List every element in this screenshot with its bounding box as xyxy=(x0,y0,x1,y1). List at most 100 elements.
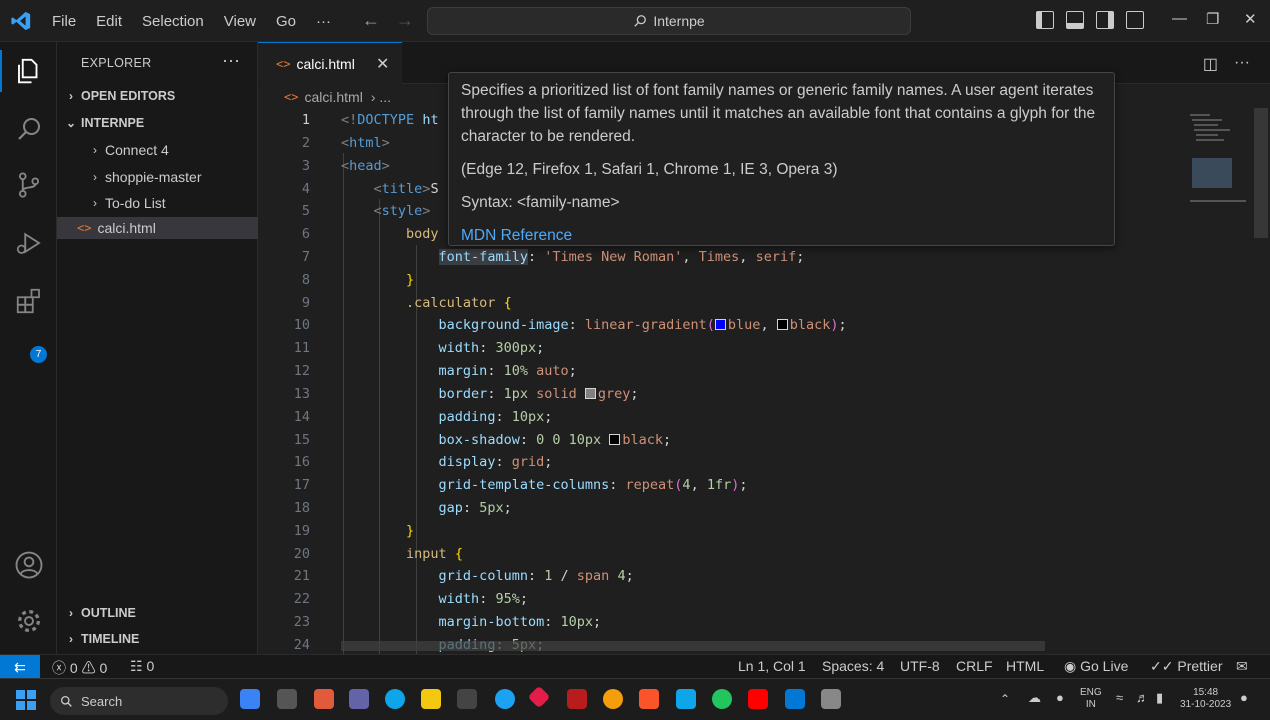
indentation[interactable]: Spaces: 4 xyxy=(822,658,884,674)
netflix-icon[interactable] xyxy=(567,689,587,709)
volume-icon[interactable]: ♬ xyxy=(1136,691,1149,704)
youtube-icon[interactable] xyxy=(748,689,768,709)
file-explorer-icon[interactable] xyxy=(421,689,441,709)
vscode-window: File Edit Selection View Go ··· ← → Inte… xyxy=(0,0,1270,720)
settings-gear-icon[interactable] xyxy=(14,606,44,636)
forward-arrow-icon[interactable]: → xyxy=(396,10,414,31)
menu-selection[interactable]: Selection xyxy=(132,13,214,30)
outline-section[interactable]: › OUTLINE xyxy=(57,602,258,624)
brave-icon[interactable] xyxy=(639,689,659,709)
app-icon[interactable] xyxy=(314,689,334,709)
folder-connect-4[interactable]: › Connect 4 xyxy=(57,139,258,161)
minimap[interactable] xyxy=(1186,108,1254,218)
toggle-primary-sidebar-icon[interactable] xyxy=(1036,11,1054,29)
folder-to-do-list[interactable]: › To-do List xyxy=(57,192,258,214)
toggle-panel-icon[interactable] xyxy=(1066,11,1084,29)
menu-more[interactable]: ··· xyxy=(306,13,341,30)
color-swatch[interactable] xyxy=(776,319,788,330)
go-live-button[interactable]: ◉ Go Live xyxy=(1064,658,1128,675)
onedrive-icon[interactable]: ☁ xyxy=(1028,691,1041,704)
line-number: 7 xyxy=(301,249,310,265)
vscode-taskbar-icon[interactable] xyxy=(785,689,805,709)
close-window-icon[interactable]: ✕ xyxy=(1244,10,1257,28)
breadcrumb-rest[interactable]: › ... xyxy=(371,89,391,105)
layout-controls xyxy=(1036,11,1144,29)
minimap-line xyxy=(1194,124,1218,126)
timeline-section[interactable]: › TIMELINE xyxy=(57,628,258,650)
back-arrow-icon[interactable]: ← xyxy=(362,10,380,31)
encoding[interactable]: UTF-8 xyxy=(900,658,940,674)
menu-file[interactable]: File xyxy=(42,13,86,30)
prettier-button[interactable]: ✓✓ Prettier xyxy=(1150,658,1222,675)
color-swatch[interactable] xyxy=(584,388,596,399)
minimize-icon[interactable]: — xyxy=(1172,10,1187,27)
account-icon[interactable] xyxy=(14,550,44,580)
app-icon[interactable] xyxy=(676,689,696,709)
app-icon[interactable] xyxy=(527,685,551,709)
split-editor-icon[interactable]: ◫ xyxy=(1203,54,1218,74)
source-control-icon[interactable] xyxy=(14,170,44,200)
menu-go[interactable]: Go xyxy=(266,13,306,30)
mdn-reference-link[interactable]: MDN Reference xyxy=(461,224,1102,247)
battery-icon[interactable]: ▮ xyxy=(1156,691,1163,704)
restore-icon[interactable]: ❐ xyxy=(1206,10,1219,28)
remote-indicator-icon[interactable]: ⇇ xyxy=(0,655,40,679)
language-indicator[interactable]: ENG IN xyxy=(1080,687,1102,711)
cursor-position[interactable]: Ln 1, Col 1 xyxy=(738,658,806,674)
code-line: 16 display: grid; xyxy=(258,454,1270,477)
taskbar-search[interactable]: Search xyxy=(50,687,228,715)
line-number: 10 xyxy=(293,317,310,333)
extensions-icon[interactable] xyxy=(14,286,44,316)
menu-edit[interactable]: Edit xyxy=(86,13,132,30)
wifi-icon[interactable]: ≈ xyxy=(1116,691,1123,704)
app-icon[interactable] xyxy=(495,689,515,709)
teams-icon[interactable] xyxy=(349,689,369,709)
open-editors-section[interactable]: › OPEN EDITORS xyxy=(57,85,258,107)
code-line: 14 padding: 10px; xyxy=(258,409,1270,432)
workspace-section[interactable]: ⌄ INTERNPE xyxy=(57,112,258,134)
more-actions-icon[interactable]: ··· xyxy=(1234,54,1250,74)
app-icon[interactable] xyxy=(240,689,260,709)
language-mode[interactable]: HTML xyxy=(1006,658,1044,674)
folder-shoppie-master[interactable]: › shoppie-master xyxy=(57,166,258,188)
color-swatch[interactable] xyxy=(609,434,621,445)
clock[interactable]: 15:48 31-10-2023 xyxy=(1180,687,1231,711)
files-icon[interactable] xyxy=(14,56,44,86)
bell-icon[interactable]: ✉ xyxy=(1236,658,1248,675)
file-calci-html[interactable]: <> calci.html xyxy=(57,217,258,239)
title-bar: File Edit Selection View Go ··· ← → Inte… xyxy=(0,0,1270,42)
store-icon[interactable] xyxy=(457,689,477,709)
line-number: 2 xyxy=(301,135,310,151)
command-center[interactable]: Internpe xyxy=(427,7,911,35)
tab-calci-html[interactable]: <> calci.html ✕ xyxy=(258,42,402,84)
horizontal-scrollbar[interactable] xyxy=(341,641,1045,651)
end-of-line[interactable]: CRLF xyxy=(956,658,993,674)
search-icon[interactable] xyxy=(14,114,44,144)
line-number: 19 xyxy=(293,523,310,539)
edge-icon[interactable] xyxy=(385,689,405,709)
mic-icon[interactable]: ● xyxy=(1056,691,1064,704)
windows-start-icon[interactable] xyxy=(16,690,36,710)
customize-layout-icon[interactable] xyxy=(1126,11,1144,29)
chrome-icon[interactable] xyxy=(603,689,623,709)
close-icon[interactable]: ✕ xyxy=(376,54,389,74)
menu-view[interactable]: View xyxy=(214,13,266,30)
vertical-scrollbar[interactable] xyxy=(1254,108,1268,238)
problems-indicator[interactable]: ⓧ 0 ⚠ 0 xyxy=(52,658,107,678)
whatsapp-icon[interactable] xyxy=(712,689,732,709)
line-number: 15 xyxy=(293,432,310,448)
run-debug-icon[interactable] xyxy=(14,228,44,258)
app-icon[interactable] xyxy=(277,689,297,709)
chevron-up-icon[interactable]: ⌃ xyxy=(1000,693,1010,705)
app-icon[interactable] xyxy=(821,689,841,709)
tab-label: calci.html xyxy=(296,55,355,72)
toggle-secondary-sidebar-icon[interactable] xyxy=(1096,11,1114,29)
notification-bell-icon[interactable]: ● xyxy=(1240,691,1248,704)
ports-indicator[interactable]: ☷ 0 xyxy=(130,658,154,675)
more-actions-icon[interactable]: ··· xyxy=(222,50,240,71)
code-line: 23 margin-bottom: 10px; xyxy=(258,614,1270,637)
folder-label: To-do List xyxy=(105,195,166,211)
color-swatch[interactable] xyxy=(714,319,726,330)
code-line: 21 grid-column: 1 / span 4; xyxy=(258,568,1270,591)
breadcrumb-file[interactable]: calci.html xyxy=(304,89,362,105)
